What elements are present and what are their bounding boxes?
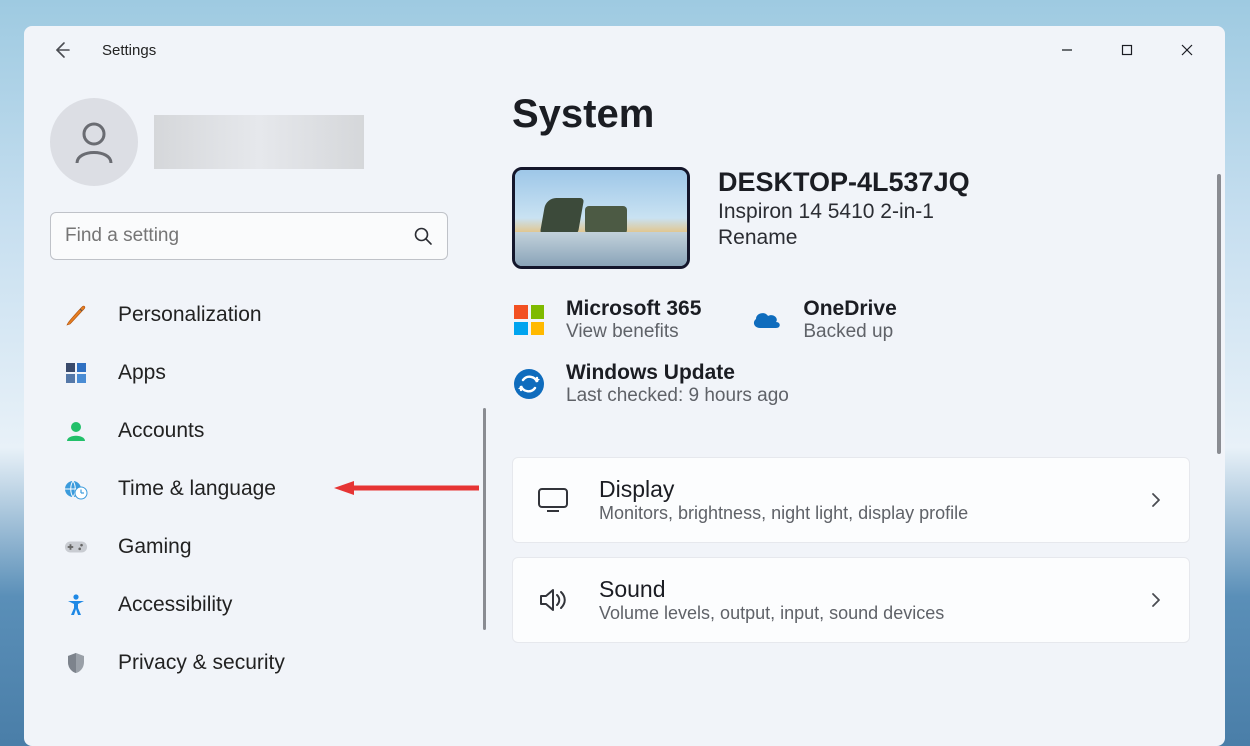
card-title: Display (599, 476, 968, 503)
search-icon (413, 226, 433, 246)
back-button[interactable] (44, 32, 80, 68)
card-title: Sound (599, 576, 944, 603)
settings-cards: Display Monitors, brightness, night ligh… (512, 457, 1209, 643)
status-title: OneDrive (803, 297, 896, 321)
device-info: DESKTOP-4L537JQ Inspiron 14 5410 2-in-1 … (718, 167, 970, 269)
microsoft-icon (512, 303, 546, 337)
username-redacted (154, 115, 364, 169)
shield-icon (64, 651, 88, 675)
speaker-icon (537, 584, 569, 616)
sidebar-item-label: Gaming (118, 535, 192, 559)
status-sub[interactable]: Backed up (803, 321, 896, 343)
main-scrollbar[interactable] (1217, 174, 1221, 454)
person-icon (69, 117, 119, 167)
apps-icon (64, 361, 88, 385)
sidebar-item-label: Privacy & security (118, 651, 285, 675)
maximize-button[interactable] (1097, 30, 1157, 70)
avatar (50, 98, 138, 186)
sidebar-item-apps[interactable]: Apps (50, 344, 468, 402)
sidebar-item-label: Time & language (118, 477, 276, 501)
search-input[interactable] (65, 225, 413, 247)
gamepad-icon (64, 535, 88, 559)
card-display[interactable]: Display Monitors, brightness, night ligh… (512, 457, 1190, 543)
status-sub[interactable]: View benefits (566, 321, 701, 343)
sidebar-item-time-language[interactable]: Time & language (50, 460, 468, 518)
card-sub: Monitors, brightness, night light, displ… (599, 503, 968, 524)
rename-link[interactable]: Rename (718, 226, 970, 250)
device-name: DESKTOP-4L537JQ (718, 167, 970, 198)
sidebar-item-personalization[interactable]: Personalization (50, 286, 468, 344)
sidebar: Personalization Apps Accounts (24, 74, 494, 746)
card-sound[interactable]: Sound Volume levels, output, input, soun… (512, 557, 1190, 643)
sidebar-item-label: Accounts (118, 419, 204, 443)
sidebar-item-label: Accessibility (118, 593, 232, 617)
back-arrow-icon (52, 40, 72, 60)
status-microsoft-365[interactable]: Microsoft 365 View benefits (512, 297, 701, 343)
sidebar-item-accounts[interactable]: Accounts (50, 402, 468, 460)
status-onedrive[interactable]: OneDrive Backed up (749, 297, 896, 343)
app-title: Settings (102, 42, 156, 59)
accessibility-icon (64, 593, 88, 617)
device-block: DESKTOP-4L537JQ Inspiron 14 5410 2-in-1 … (512, 167, 1209, 269)
profile-row[interactable] (50, 98, 468, 186)
settings-window: Settings (24, 26, 1225, 746)
device-model: Inspiron 14 5410 2-in-1 (718, 200, 970, 224)
status-title: Microsoft 365 (566, 297, 701, 321)
nav: Personalization Apps Accounts (50, 286, 468, 692)
monitor-icon (537, 484, 569, 516)
search-box[interactable] (50, 212, 448, 260)
window-controls (1037, 30, 1217, 70)
close-button[interactable] (1157, 30, 1217, 70)
sidebar-item-label: Apps (118, 361, 166, 385)
accounts-icon (64, 419, 88, 443)
status-title: Windows Update (566, 361, 789, 385)
status-grid: Microsoft 365 View benefits OneDrive Bac… (512, 297, 1209, 425)
cloud-icon (749, 303, 783, 337)
sidebar-scrollbar[interactable] (483, 408, 486, 630)
chevron-right-icon (1147, 591, 1165, 609)
sidebar-item-privacy-security[interactable]: Privacy & security (50, 634, 468, 692)
minimize-button[interactable] (1037, 30, 1097, 70)
sync-icon (512, 367, 546, 401)
globe-clock-icon (64, 477, 88, 501)
chevron-right-icon (1147, 491, 1165, 509)
status-sub[interactable]: Last checked: 9 hours ago (566, 385, 789, 407)
sidebar-item-label: Personalization (118, 303, 262, 327)
card-sub: Volume levels, output, input, sound devi… (599, 603, 944, 624)
status-windows-update[interactable]: Windows Update Last checked: 9 hours ago (512, 361, 1161, 407)
minimize-icon (1061, 44, 1073, 56)
maximize-icon (1121, 44, 1133, 56)
main-panel: System DESKTOP-4L537JQ Inspiron 14 5410 … (494, 74, 1225, 746)
device-thumbnail[interactable] (512, 167, 690, 269)
titlebar: Settings (24, 26, 1225, 74)
brush-icon (64, 303, 88, 327)
sidebar-item-gaming[interactable]: Gaming (50, 518, 468, 576)
close-icon (1181, 44, 1193, 56)
sidebar-item-accessibility[interactable]: Accessibility (50, 576, 468, 634)
content: Personalization Apps Accounts (24, 74, 1225, 746)
page-title: System (512, 92, 1209, 137)
